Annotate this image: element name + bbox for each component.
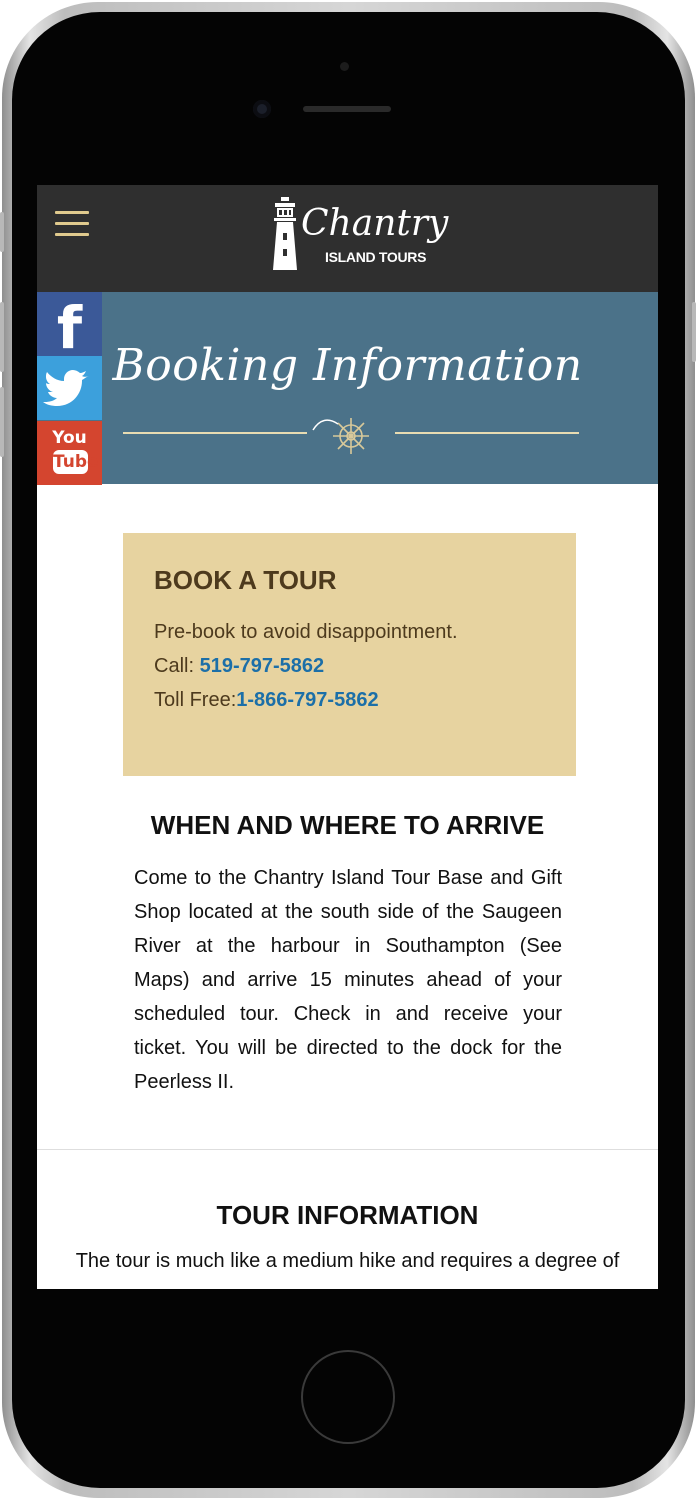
logo-script-text: Chantry (301, 203, 449, 244)
booking-call-line: Call: 519-797-5862 (154, 655, 324, 678)
twitter-bird-icon (43, 370, 89, 406)
site-logo[interactable]: Chantry ISLAND TOURS (265, 193, 448, 285)
earpiece-speaker (303, 106, 391, 112)
tollfree-phone-link[interactable]: 1-866-797-5862 (236, 689, 378, 711)
site-header: Chantry ISLAND TOURS (37, 185, 658, 292)
proximity-sensor (340, 62, 349, 71)
arrive-heading: WHEN AND WHERE TO ARRIVE (150, 810, 545, 840)
home-button[interactable] (301, 1350, 395, 1444)
call-label: Call: (154, 655, 200, 677)
booking-tagline: Pre-book to avoid disappointment. (154, 621, 458, 643)
twitter-button[interactable] (37, 356, 102, 420)
arrive-paragraph: Come to the Chantry Island Tour Base and… (134, 867, 562, 1093)
phone-screen: Chantry ISLAND TOURS Booking Information… (37, 185, 658, 1289)
facebook-button[interactable]: f (37, 292, 102, 362)
front-camera (253, 100, 271, 118)
tollfree-label: Toll Free: (154, 689, 237, 711)
youtube-you-text: You (52, 428, 87, 448)
hamburger-menu-icon[interactable] (55, 211, 89, 237)
logo-sub-text: ISLAND TOURS (325, 249, 427, 265)
tour-info-paragraph: The tour is much like a medium hike and … (75, 1250, 620, 1272)
youtube-button[interactable]: You Tube (37, 421, 102, 485)
facebook-icon: f (56, 294, 83, 362)
book-a-tour-box: BOOK A TOUR Pre-book to avoid disappoint… (123, 533, 576, 776)
tour-info-heading: TOUR INFORMATION (216, 1200, 479, 1230)
page-banner: Booking Information (37, 292, 658, 484)
youtube-tube-text: Tube (53, 450, 99, 474)
lighthouse-icon (273, 197, 297, 270)
book-a-tour-heading: BOOK A TOUR (154, 565, 337, 595)
mute-switch (0, 212, 4, 252)
booking-tollfree-line: Toll Free:1-866-797-5862 (154, 689, 379, 712)
page-title: Booking Information (112, 340, 583, 391)
section-divider (37, 1149, 658, 1150)
banner-divider (123, 418, 579, 454)
power-button (692, 302, 696, 362)
call-phone-link[interactable]: 519-797-5862 (200, 655, 325, 677)
volume-up-button (0, 302, 4, 372)
volume-down-button (0, 387, 4, 457)
